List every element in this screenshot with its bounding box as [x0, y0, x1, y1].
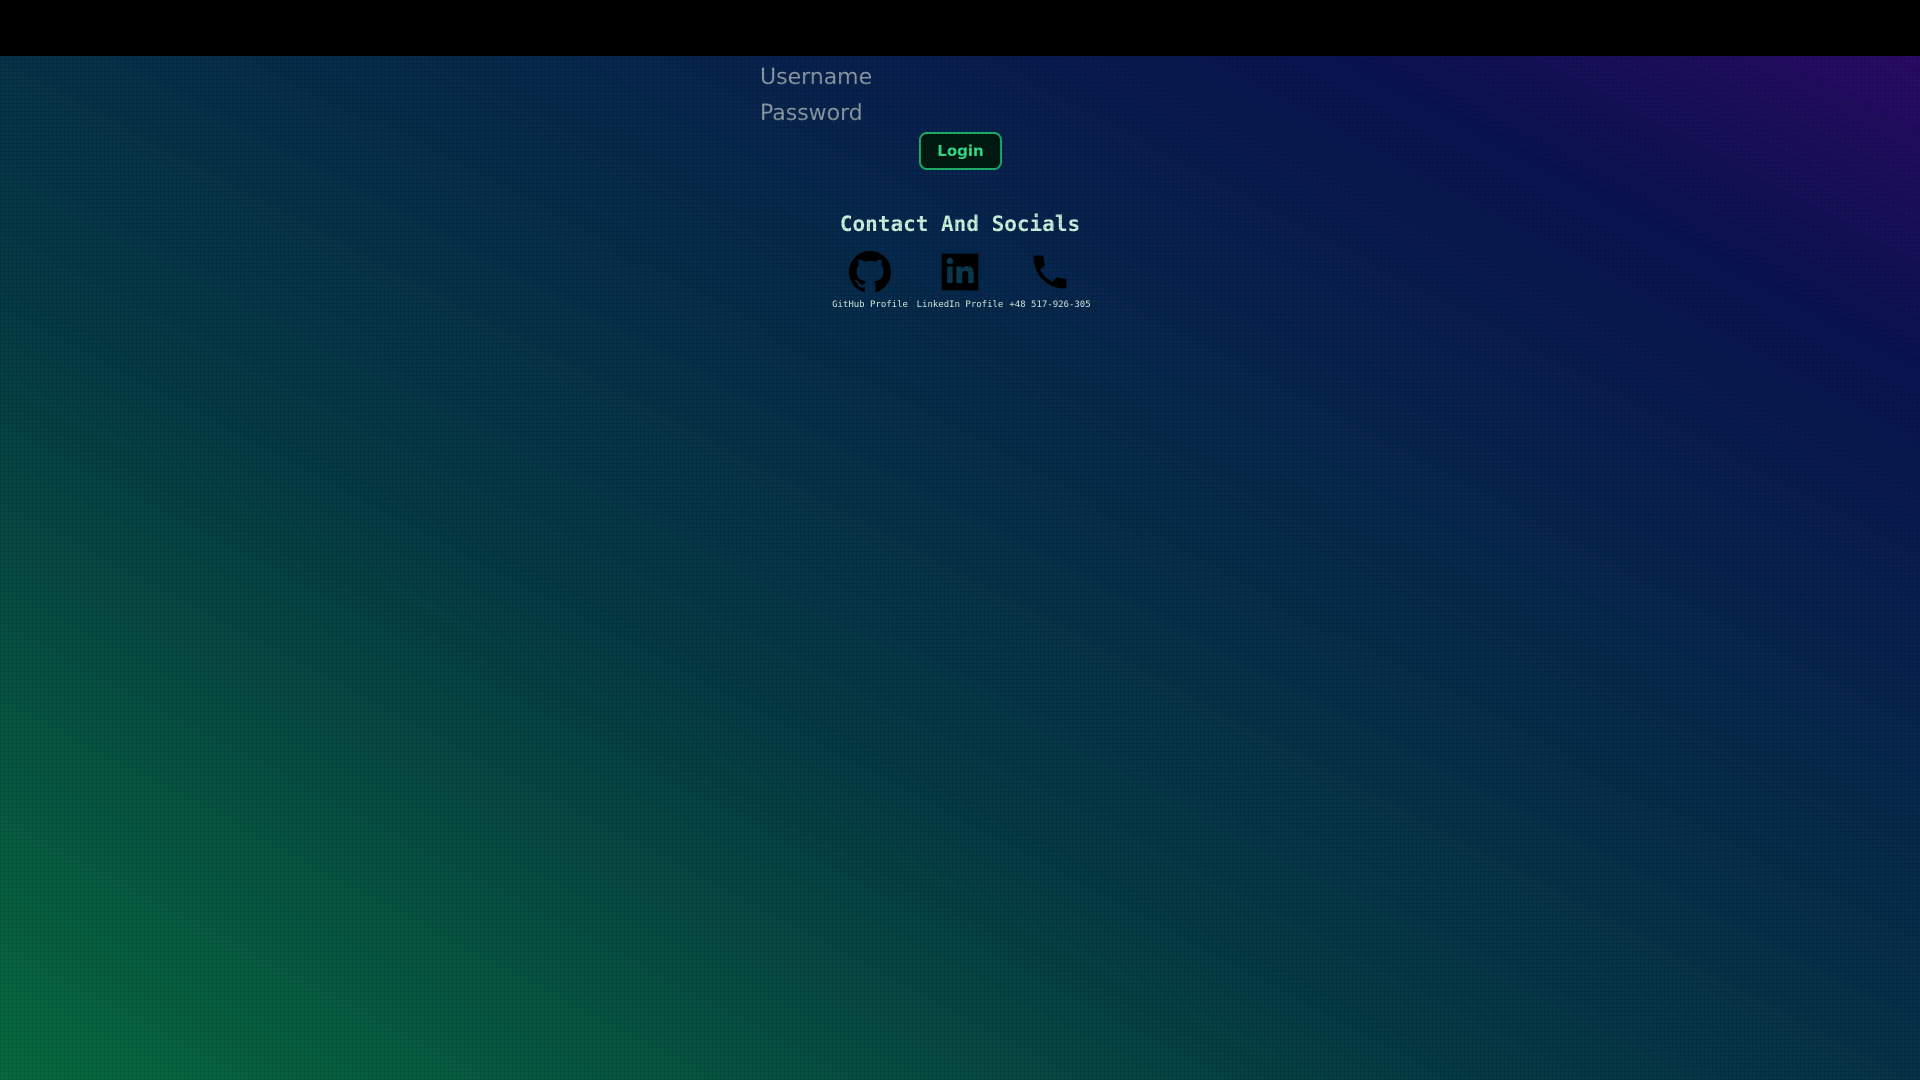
page-background: Login Contact And Socials GitHub Profile… — [0, 56, 1920, 1080]
github-label: GitHub Profile — [832, 300, 908, 310]
phone-icon — [1033, 255, 1067, 289]
top-bar — [0, 0, 1920, 56]
main-content: Login Contact And Socials GitHub Profile… — [0, 56, 1920, 1080]
linkedin-label: LinkedIn Profile — [916, 300, 1004, 310]
password-input[interactable] — [760, 96, 1160, 130]
login-button[interactable]: Login — [919, 132, 1002, 170]
contact-title: Contact And Socials — [839, 212, 1081, 236]
github-profile-link[interactable]: GitHub Profile — [825, 250, 915, 311]
phone-contact-link[interactable]: +48 517-926-305 — [1005, 250, 1095, 311]
linkedin-icon — [941, 253, 979, 291]
username-input[interactable] — [760, 60, 1160, 94]
phone-label: +48 517-926-305 — [1009, 300, 1091, 310]
github-icon — [848, 250, 892, 293]
linkedin-profile-link[interactable]: LinkedIn Profile — [915, 250, 1005, 311]
